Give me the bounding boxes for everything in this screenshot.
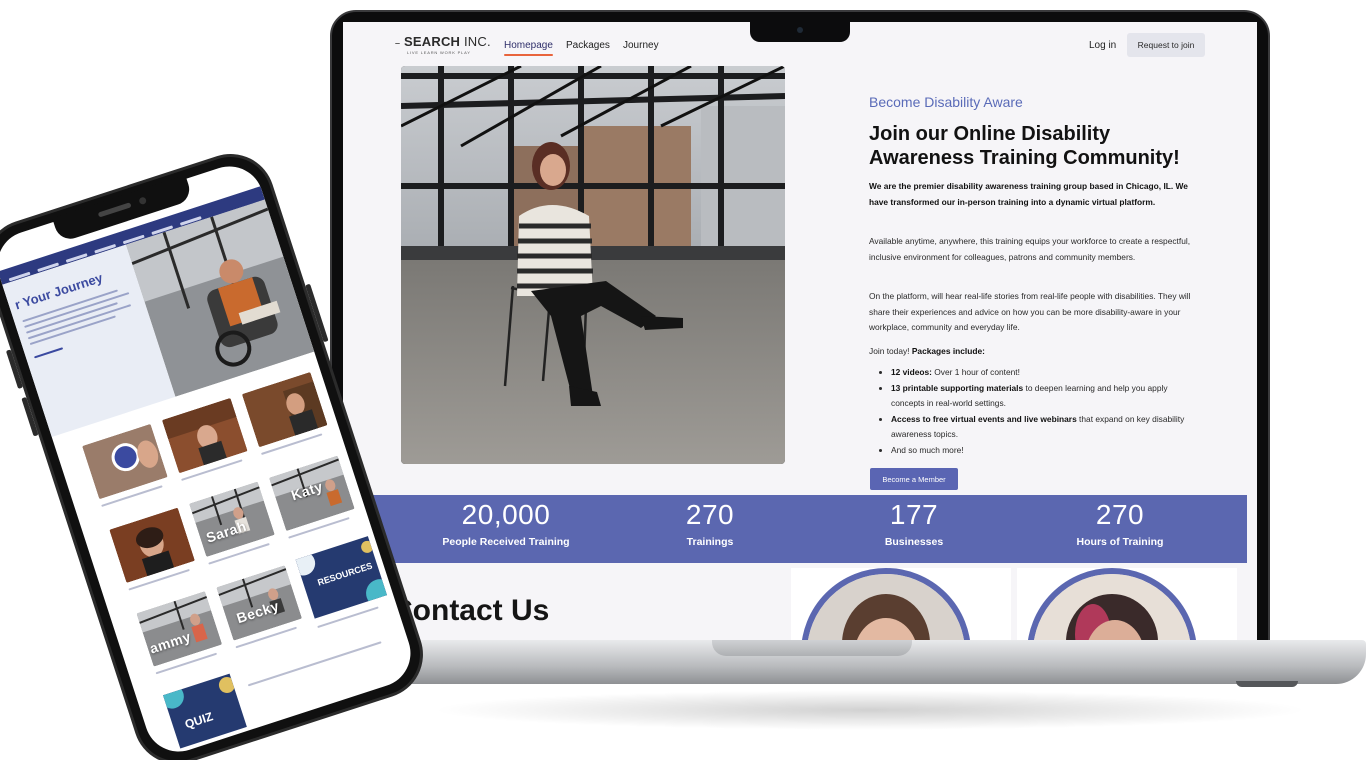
hero-photo bbox=[401, 66, 785, 464]
laptop-base-lip bbox=[712, 640, 912, 656]
become-member-button[interactable]: Become a Member bbox=[870, 468, 958, 490]
stat-label: Trainings bbox=[686, 536, 734, 548]
stat-businesses: 177 Businesses bbox=[804, 495, 1024, 548]
stat-trainings: 270 Trainings bbox=[600, 495, 820, 548]
request-to-join-button[interactable]: Request to join bbox=[1127, 33, 1205, 57]
hero-intro: We are the premier disability awareness … bbox=[869, 181, 1188, 207]
mockup-stage: – SEARCH INC. LIVE LEARN WORK PLAY Homep… bbox=[0, 0, 1368, 760]
nav-homepage[interactable]: Homepage bbox=[504, 40, 553, 56]
laptop-shadow bbox=[430, 690, 1310, 730]
logo-brand: SEARCH bbox=[404, 34, 461, 49]
stat-label: Hours of Training bbox=[1076, 536, 1164, 548]
stat-value: 270 bbox=[1095, 499, 1145, 530]
logo-tagline: LIVE LEARN WORK PLAY bbox=[407, 50, 471, 55]
laptop-foot bbox=[1236, 681, 1298, 687]
list-item: 12 videos: Over 1 hour of content! bbox=[891, 365, 1199, 381]
stat-label: People Received Training bbox=[442, 536, 570, 548]
nav-packages[interactable]: Packages bbox=[566, 40, 610, 51]
hero-headline: Join our Online Disability Awareness Tra… bbox=[869, 123, 1180, 169]
hero-kicker: Become Disability Aware bbox=[869, 94, 1023, 110]
search-inc-logo[interactable]: – SEARCH INC. LIVE LEARN WORK PLAY bbox=[395, 34, 491, 55]
join-bold: Packages include: bbox=[911, 346, 985, 356]
list-item: And so much more! bbox=[891, 443, 1199, 459]
stats-band: 20,000 People Received Training 270 Trai… bbox=[367, 495, 1247, 563]
nav-journey[interactable]: Journey bbox=[623, 40, 659, 51]
phone-resources-tile[interactable]: RESOURCES bbox=[295, 536, 388, 619]
stat-hours: 270 Hours of Training bbox=[1010, 495, 1230, 548]
hero-join-line: Join today! Packages include: bbox=[869, 344, 1199, 360]
stat-people-trained: 20,000 People Received Training bbox=[396, 495, 616, 548]
hero-photo-illustration bbox=[401, 66, 785, 464]
hero-paragraph-platform: On the platform, will hear real-life sto… bbox=[869, 291, 1191, 333]
join-prefix: Join today! bbox=[869, 346, 910, 356]
stat-value: 270 bbox=[685, 499, 735, 530]
list-item: 13 printable supporting materials to dee… bbox=[891, 381, 1199, 412]
laptop-screen: – SEARCH INC. LIVE LEARN WORK PLAY Homep… bbox=[343, 22, 1257, 641]
hero-paragraph-availability: Available anytime, anywhere, this traini… bbox=[869, 236, 1191, 262]
logo-suffix: INC. bbox=[463, 34, 491, 49]
login-link[interactable]: Log in bbox=[1089, 40, 1116, 51]
list-item: Access to free virtual events and live w… bbox=[891, 412, 1199, 443]
stat-label: Businesses bbox=[884, 536, 944, 548]
stat-value: 177 bbox=[889, 499, 939, 530]
stat-value: 20,000 bbox=[461, 499, 551, 530]
packages-list: 12 videos: Over 1 hour of content! 13 pr… bbox=[879, 365, 1199, 458]
laptop-notch bbox=[750, 20, 850, 42]
